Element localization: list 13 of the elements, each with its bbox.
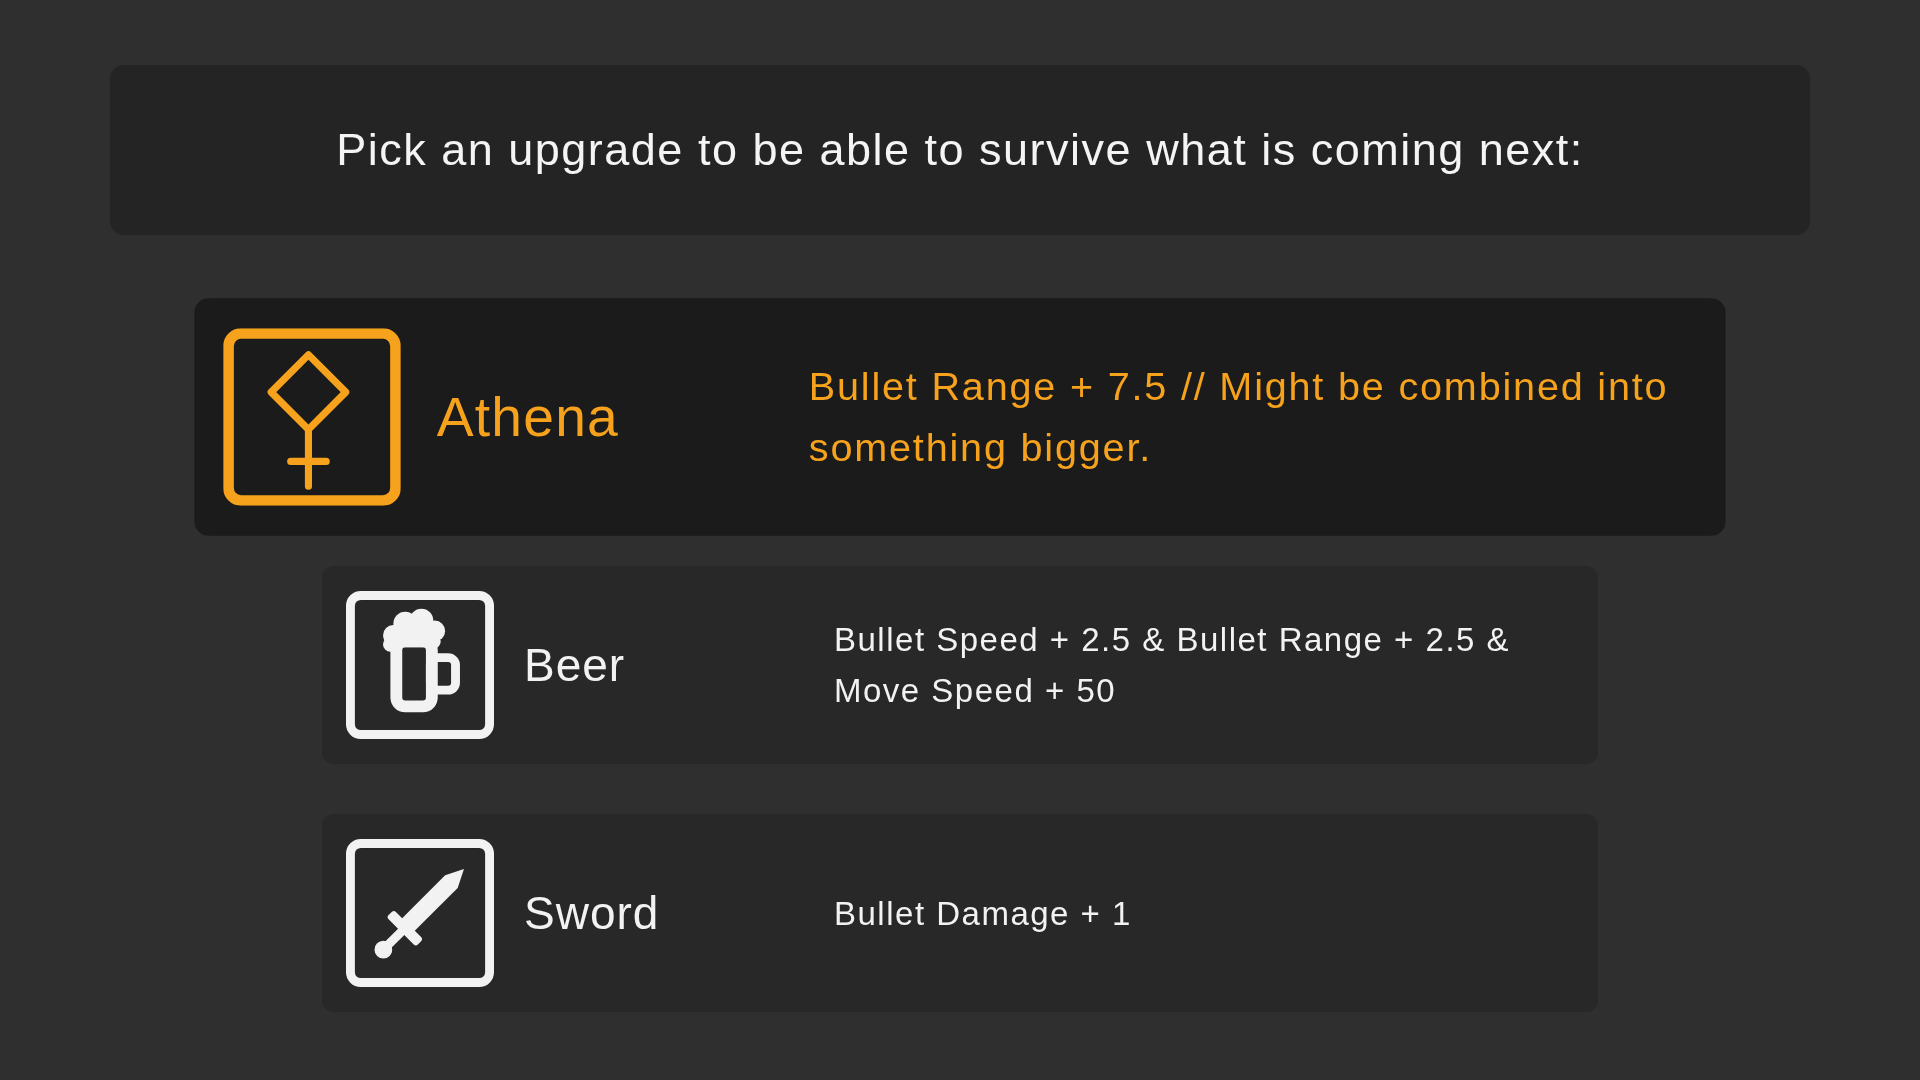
upgrade-description: Bullet Damage + 1 bbox=[834, 893, 1132, 934]
upgrade-name: Beer bbox=[524, 638, 626, 692]
prompt-text: Pick an upgrade to be able to survive what is coming next: bbox=[336, 124, 1584, 176]
upgrade-description: Bullet Range + 7.5 // Might be combined into something bigger. bbox=[808, 363, 1670, 472]
upgrade-name: Sword bbox=[524, 886, 660, 940]
beer-mug-icon bbox=[346, 591, 494, 739]
upgrade-card[interactable]: Beer Bullet Speed + 2.5 & Bullet Range + 2.5 & Move Speed + 50 bbox=[322, 566, 1598, 764]
upgrade-name: Athena bbox=[436, 384, 619, 450]
upgrade-card[interactable]: Athena Bullet Range + 7.5 // Might be combined into something bigger. bbox=[194, 298, 1726, 536]
diamond-cross-icon bbox=[223, 328, 401, 506]
upgrade-description: Bullet Speed + 2.5 & Bullet Range + 2.5 & Move Speed + 50 bbox=[834, 620, 1512, 711]
upgrade-card[interactable]: Sword Bullet Damage + 1 bbox=[322, 814, 1598, 1012]
sword-icon bbox=[346, 839, 494, 987]
